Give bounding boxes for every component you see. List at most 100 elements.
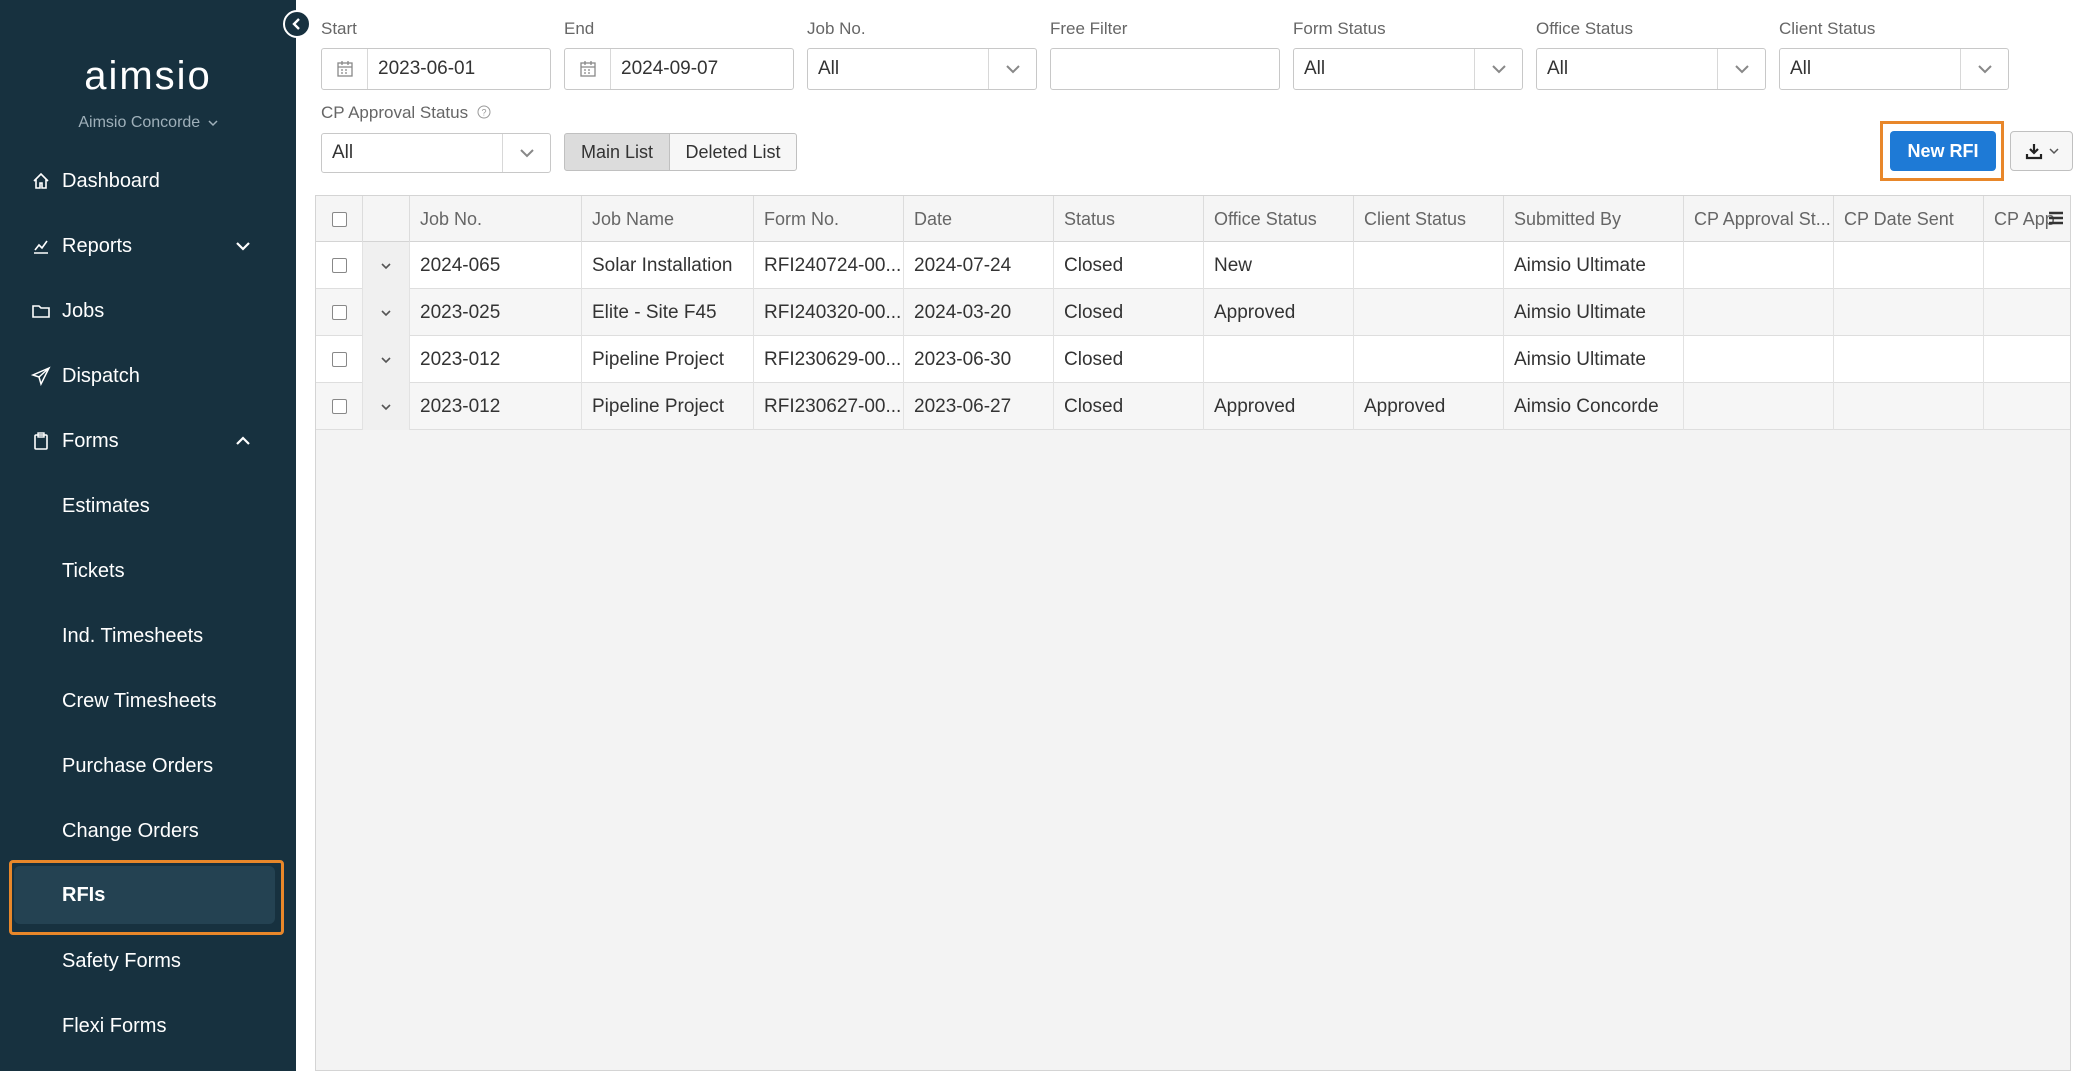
col-cp-approval-status[interactable]: CP Approval St... xyxy=(1684,196,1834,242)
col-cp-date-sent[interactable]: CP Date Sent xyxy=(1834,196,1984,242)
cp-approval-label-text: CP Approval Status xyxy=(321,103,469,122)
cell-client-status xyxy=(1354,242,1504,289)
cell-form-no: RFI240724-00... xyxy=(754,242,904,289)
nav-forms[interactable]: Forms xyxy=(0,413,296,469)
end-date-value: 2024-09-07 xyxy=(621,58,719,79)
nav-estimates[interactable]: Estimates xyxy=(0,478,296,534)
col-office-status[interactable]: Office Status xyxy=(1204,196,1354,242)
cell-office-status: Approved xyxy=(1204,289,1354,336)
chevron-down-icon xyxy=(381,403,391,410)
new-rfi-button[interactable]: New RFI xyxy=(1890,131,1996,171)
office-status-select[interactable]: All xyxy=(1536,48,1766,90)
row-checkbox[interactable] xyxy=(331,399,347,414)
cell-client-status: Approved xyxy=(1354,383,1504,430)
start-date-input[interactable]: 2023-06-01 xyxy=(321,48,551,90)
company-switcher[interactable]: Aimsio Concorde xyxy=(0,114,296,132)
row-expand-button[interactable] xyxy=(363,336,409,383)
cell-cp-approval-status xyxy=(1684,242,1834,289)
cp-approval-select[interactable]: All xyxy=(321,133,551,173)
cell-date: 2023-06-27 xyxy=(904,383,1054,430)
grid-header: Job No. Job Name Form No. Date Status Of… xyxy=(316,196,2070,242)
row-expand-button[interactable] xyxy=(363,242,409,289)
cell-submitted-by: Aimsio Ultimate xyxy=(1504,336,1684,383)
row-expand-button[interactable] xyxy=(363,289,409,336)
row-checkbox[interactable] xyxy=(331,258,347,273)
row-checkbox[interactable] xyxy=(331,305,347,320)
nav-purchase-orders[interactable]: Purchase Orders xyxy=(0,738,296,794)
nav-change-orders[interactable]: Change Orders xyxy=(0,803,296,859)
nav-dispatch-label: Dispatch xyxy=(62,364,140,387)
free-filter-label: Free Filter xyxy=(1050,19,1128,38)
client-status-select[interactable]: All xyxy=(1779,48,2009,90)
cell-cp-date-sent xyxy=(1834,336,1984,383)
nav-tickets[interactable]: Tickets xyxy=(0,543,296,599)
cell-cp-date-sent xyxy=(1834,383,1984,430)
col-status[interactable]: Status xyxy=(1054,196,1204,242)
cell-job-no: 2023-012 xyxy=(410,336,582,383)
col-client-status[interactable]: Client Status xyxy=(1354,196,1504,242)
nav-crew-timesheets[interactable]: Crew Timesheets xyxy=(0,673,296,729)
cell-cp-approved xyxy=(1984,336,2072,383)
end-date-input[interactable]: 2024-09-07 xyxy=(564,48,794,90)
main-list-toggle[interactable]: Main List xyxy=(564,133,670,171)
help-icon[interactable]: ? xyxy=(477,105,491,119)
row-select-cell xyxy=(316,336,363,383)
job-no-select[interactable]: All xyxy=(807,48,1037,90)
column-menu-icon[interactable] xyxy=(2046,208,2066,228)
cell-date: 2023-06-30 xyxy=(904,336,1054,383)
col-form-no[interactable]: Form No. xyxy=(754,196,904,242)
row-expand-button[interactable] xyxy=(363,383,409,430)
nav-tickets-label: Tickets xyxy=(62,559,125,582)
table-row[interactable]: 2023-012 Pipeline Project RFI230629-00... 2… xyxy=(316,336,2070,383)
row-expander-cell xyxy=(363,336,410,383)
chevron-left-icon xyxy=(292,18,300,30)
client-status-label: Client Status xyxy=(1779,19,1876,38)
row-checkbox[interactable] xyxy=(331,352,347,367)
cell-submitted-by: Aimsio Ultimate xyxy=(1504,242,1684,289)
cell-status: Closed xyxy=(1054,289,1204,336)
nav-dashboard[interactable]: Dashboard xyxy=(0,153,296,209)
collapse-sidebar-button[interactable] xyxy=(283,10,311,38)
nav-reports-label: Reports xyxy=(62,234,133,257)
col-job-name[interactable]: Job Name xyxy=(582,196,754,242)
deleted-list-toggle[interactable]: Deleted List xyxy=(669,133,797,171)
sidebar: aimsio Aimsio Concorde Dashboard Reports… xyxy=(0,0,296,1071)
row-select-cell xyxy=(316,289,363,336)
select-all-checkbox[interactable] xyxy=(331,211,347,227)
nav-crew-timesheets-label: Crew Timesheets xyxy=(62,689,217,712)
row-expander-cell xyxy=(363,289,410,336)
clipboard-icon xyxy=(30,430,52,452)
nav-rfis[interactable]: RFIs xyxy=(14,866,275,924)
col-job-no[interactable]: Job No. xyxy=(410,196,582,242)
cell-office-status: Approved xyxy=(1204,383,1354,430)
nav-safety-forms[interactable]: Safety Forms xyxy=(0,933,296,989)
nav-dispatch[interactable]: Dispatch xyxy=(0,348,296,404)
col-cp-approved[interactable]: CP App xyxy=(1984,196,2054,242)
nav-jobs[interactable]: Jobs xyxy=(0,283,296,339)
col-submitted-by[interactable]: Submitted By xyxy=(1504,196,1684,242)
nav-purchase-orders-label: Purchase Orders xyxy=(62,754,214,777)
free-filter-input[interactable] xyxy=(1050,48,1280,90)
cell-office-status: New xyxy=(1204,242,1354,289)
cell-form-no: RFI230627-00... xyxy=(754,383,904,430)
export-button[interactable] xyxy=(2010,131,2073,171)
nav-flexi-forms[interactable]: Flexi Forms xyxy=(0,998,296,1054)
table-row[interactable]: 2024-065 Solar Installation RFI240724-00..… xyxy=(316,242,2070,289)
nav-ind-timesheets[interactable]: Ind. Timesheets xyxy=(0,608,296,664)
nav-change-orders-label: Change Orders xyxy=(62,819,199,842)
cell-job-no: 2024-065 xyxy=(410,242,582,289)
cell-cp-approved xyxy=(1984,242,2072,289)
folder-icon xyxy=(30,300,52,322)
chevron-down-icon xyxy=(988,49,1036,89)
table-row[interactable]: 2023-025 Elite - Site F45 RFI240320-00... 2… xyxy=(316,289,2070,336)
table-row[interactable]: 2023-012 Pipeline Project RFI230627-00... 2… xyxy=(316,383,2070,430)
nav-reports[interactable]: Reports xyxy=(0,218,296,274)
form-status-select[interactable]: All xyxy=(1293,48,1523,90)
col-date[interactable]: Date xyxy=(904,196,1054,242)
cell-cp-date-sent xyxy=(1834,289,1984,336)
row-expander-cell xyxy=(363,383,410,430)
nav-dashboard-label: Dashboard xyxy=(62,169,160,192)
svg-text:?: ? xyxy=(481,108,486,118)
cell-status: Closed xyxy=(1054,336,1204,383)
nav-rfis-label: RFIs xyxy=(62,883,106,906)
